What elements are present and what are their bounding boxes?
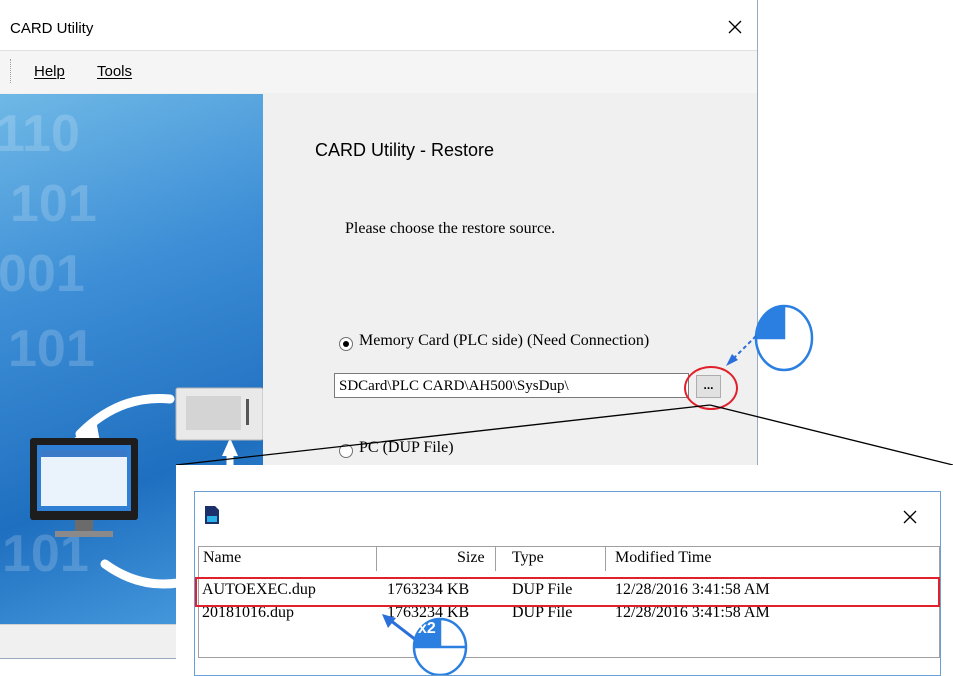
- memory-card-radio[interactable]: [339, 337, 353, 351]
- browse-button-highlight: [684, 366, 738, 410]
- title-bar: CARD Utility: [0, 0, 757, 51]
- menu-bar: Help Tools: [0, 51, 757, 93]
- close-icon: [728, 20, 742, 34]
- selected-row-highlight: [195, 577, 940, 607]
- file-dialog-close-button[interactable]: [897, 504, 923, 530]
- column-divider[interactable]: [376, 547, 377, 571]
- sd-card-icon: [205, 506, 219, 524]
- restore-prompt: Please choose the restore source.: [345, 220, 556, 237]
- column-header-type[interactable]: Type: [512, 549, 544, 567]
- mouse-double-click-icon: [412, 617, 468, 675]
- pc-dup-option-label[interactable]: PC (DUP File): [359, 439, 454, 457]
- window-title: CARD Utility: [10, 20, 94, 37]
- page-title: CARD Utility - Restore: [315, 140, 495, 160]
- menu-tools[interactable]: Tools: [97, 63, 132, 80]
- pc-dup-radio[interactable]: [339, 444, 353, 458]
- column-divider[interactable]: [495, 547, 496, 571]
- double-click-label: x2: [418, 620, 436, 637]
- close-button[interactable]: [718, 10, 752, 44]
- close-icon: [903, 510, 917, 524]
- column-header-name[interactable]: Name: [203, 549, 241, 567]
- menu-grip: [10, 59, 13, 83]
- menu-help[interactable]: Help: [34, 63, 65, 80]
- pointer-arrow-icon: [726, 335, 757, 366]
- column-divider[interactable]: [605, 547, 606, 571]
- memory-card-option-label[interactable]: Memory Card (PLC side) (Need Connection): [359, 332, 649, 350]
- file-browser-dialog: Name Size Type Modified Time AUTOEXEC.du…: [194, 491, 941, 676]
- restore-path-field[interactable]: SDCard\PLC CARD\AH500\SysDup\: [334, 373, 689, 398]
- column-header-modified[interactable]: Modified Time: [615, 549, 711, 567]
- file-list[interactable]: Name Size Type Modified Time AUTOEXEC.du…: [195, 546, 940, 658]
- column-header-size[interactable]: Size: [457, 549, 485, 567]
